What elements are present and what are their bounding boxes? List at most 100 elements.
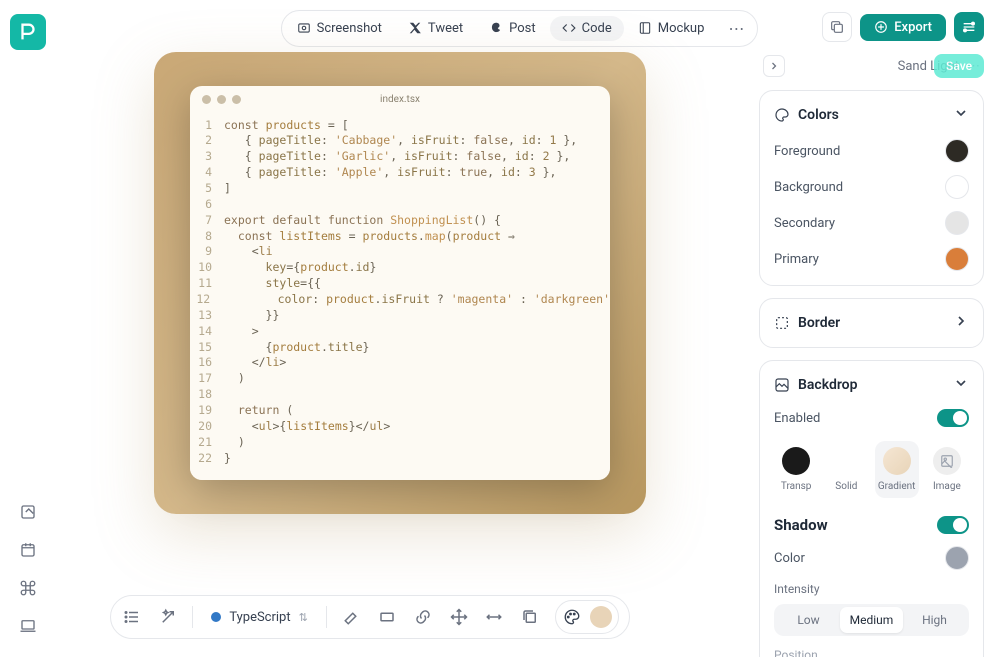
- intensity-option[interactable]: High: [903, 607, 966, 633]
- calendar-icon[interactable]: [19, 541, 37, 563]
- code-line: 3 { pageTitle: 'Garlic', isFruit: false,…: [190, 149, 610, 165]
- code-line: 16 </li>: [190, 355, 610, 371]
- canvas: index.tsx 1const products = [2 { pageTit…: [55, 52, 745, 587]
- code-line: 4 { pageTitle: 'Apple', isFruit: true, i…: [190, 165, 610, 181]
- backdrop-panel: Backdrop Enabled TranspSolidGradientImag…: [759, 360, 984, 657]
- command-icon[interactable]: [19, 579, 37, 601]
- mode-group: Screenshot Tweet Post Code Mockup ⋯: [281, 10, 759, 47]
- sidebar-collapse[interactable]: [763, 55, 785, 77]
- app-logo[interactable]: [10, 14, 46, 50]
- colors-header[interactable]: Colors: [774, 105, 969, 125]
- color-label: Primary: [774, 252, 819, 267]
- backdrop-option[interactable]: Transp: [774, 441, 818, 498]
- left-rail: [0, 0, 55, 657]
- backdrop-option[interactable]: Gradient: [875, 441, 919, 498]
- color-swatch[interactable]: [945, 211, 969, 235]
- copy-button[interactable]: [822, 12, 852, 42]
- edit-icon[interactable]: [19, 503, 37, 525]
- code-line: 6: [190, 197, 610, 213]
- backdrop-frame[interactable]: index.tsx 1const products = [2 { pageTit…: [154, 52, 646, 514]
- color-label: Foreground: [774, 144, 840, 159]
- right-sidebar: Sand Light ⋯ Colors ForegroundBackground…: [759, 52, 984, 657]
- border-panel: Border: [759, 298, 984, 348]
- mode-post[interactable]: Post: [477, 16, 548, 41]
- intensity-label: Intensity: [774, 582, 969, 596]
- code-line: 7export default function ShoppingList() …: [190, 213, 610, 229]
- color-swatch[interactable]: [945, 139, 969, 163]
- backdrop-option[interactable]: Solid: [824, 441, 868, 498]
- width-icon[interactable]: [484, 605, 506, 629]
- code-line: 19 return (: [190, 403, 610, 419]
- move-icon[interactable]: [448, 605, 470, 629]
- backdrop-header[interactable]: Backdrop: [774, 375, 969, 395]
- code-line: 14 >: [190, 324, 610, 340]
- aspect-icon[interactable]: [376, 605, 398, 629]
- color-row: Primary: [774, 247, 969, 271]
- language-dot: [211, 612, 221, 622]
- palette-icon: [560, 605, 584, 629]
- chevron-updown-icon: ⇅: [299, 611, 308, 624]
- backdrop-option[interactable]: Image: [925, 441, 969, 498]
- intensity-option[interactable]: Low: [777, 607, 840, 633]
- theme-picker[interactable]: [555, 600, 619, 634]
- mode-code[interactable]: Code: [550, 16, 624, 41]
- mode-more[interactable]: ⋯: [718, 14, 754, 43]
- code-line: 22}: [190, 451, 610, 467]
- code-line: 1const products = [: [190, 118, 610, 134]
- backdrop-enabled-toggle[interactable]: [937, 409, 969, 427]
- code-body: 1const products = [2 { pageTitle: 'Cabba…: [190, 114, 610, 481]
- chevron-right-icon: [953, 313, 969, 333]
- list-icon[interactable]: [121, 605, 143, 629]
- window-header: index.tsx: [190, 86, 610, 114]
- highlighter-icon[interactable]: [341, 605, 363, 629]
- shadow-title: Shadow: [774, 516, 828, 534]
- code-line: 5]: [190, 181, 610, 197]
- colors-panel: Colors Foreground Background Secondary Prim…: [759, 90, 984, 286]
- color-label: Background: [774, 180, 843, 195]
- code-line: 9 <li: [190, 244, 610, 260]
- code-line: 11 style={{: [190, 276, 610, 292]
- code-line: 15 {product.title}: [190, 340, 610, 356]
- code-window: index.tsx 1const products = [2 { pageTit…: [190, 86, 610, 481]
- bottom-dock: TypeScript ⇅: [110, 595, 630, 639]
- code-line: 8 const listItems = products.map(product…: [190, 229, 610, 245]
- export-button[interactable]: Export: [860, 14, 946, 41]
- language-select[interactable]: TypeScript ⇅: [207, 610, 312, 625]
- intensity-option[interactable]: Medium: [840, 607, 903, 633]
- top-toolbar: Screenshot Tweet Post Code Mockup ⋯ Expo…: [55, 12, 984, 44]
- intensity-segmented: LowMediumHigh: [774, 604, 969, 636]
- chevron-down-icon: [953, 105, 969, 125]
- color-label: Secondary: [774, 216, 835, 231]
- border-header[interactable]: Border: [774, 313, 969, 333]
- language-label: TypeScript: [229, 610, 290, 625]
- window-filename: index.tsx: [190, 94, 610, 105]
- stack-icon[interactable]: [519, 605, 541, 629]
- color-swatch[interactable]: [945, 175, 969, 199]
- color-row: Foreground: [774, 139, 969, 163]
- code-line: 13 }}: [190, 308, 610, 324]
- code-line: 21 ): [190, 435, 610, 451]
- save-button[interactable]: Save: [934, 54, 984, 78]
- enabled-label: Enabled: [774, 411, 820, 426]
- code-line: 17 ): [190, 371, 610, 387]
- export-options[interactable]: [954, 12, 984, 42]
- mode-tweet[interactable]: Tweet: [396, 16, 475, 41]
- mode-screenshot[interactable]: Screenshot: [285, 16, 394, 41]
- chevron-down-icon: [953, 375, 969, 395]
- color-row: Background: [774, 175, 969, 199]
- theme-swatch: [590, 606, 612, 628]
- code-line: 18: [190, 387, 610, 403]
- link-icon[interactable]: [412, 605, 434, 629]
- code-line: 12 color: product.isFruit ? 'magenta' : …: [190, 292, 610, 308]
- color-swatch[interactable]: [945, 247, 969, 271]
- position-label: Position: [774, 648, 969, 657]
- code-line: 2 { pageTitle: 'Cabbage', isFruit: false…: [190, 133, 610, 149]
- color-row: Secondary: [774, 211, 969, 235]
- laptop-icon[interactable]: [19, 617, 37, 639]
- shadow-color-label: Color: [774, 551, 805, 566]
- mode-mockup[interactable]: Mockup: [626, 16, 717, 41]
- shadow-color-swatch[interactable]: [945, 546, 969, 570]
- magic-icon[interactable]: [157, 605, 179, 629]
- code-line: 20 <ul>{listItems}</ul>: [190, 419, 610, 435]
- shadow-enabled-toggle[interactable]: [937, 516, 969, 534]
